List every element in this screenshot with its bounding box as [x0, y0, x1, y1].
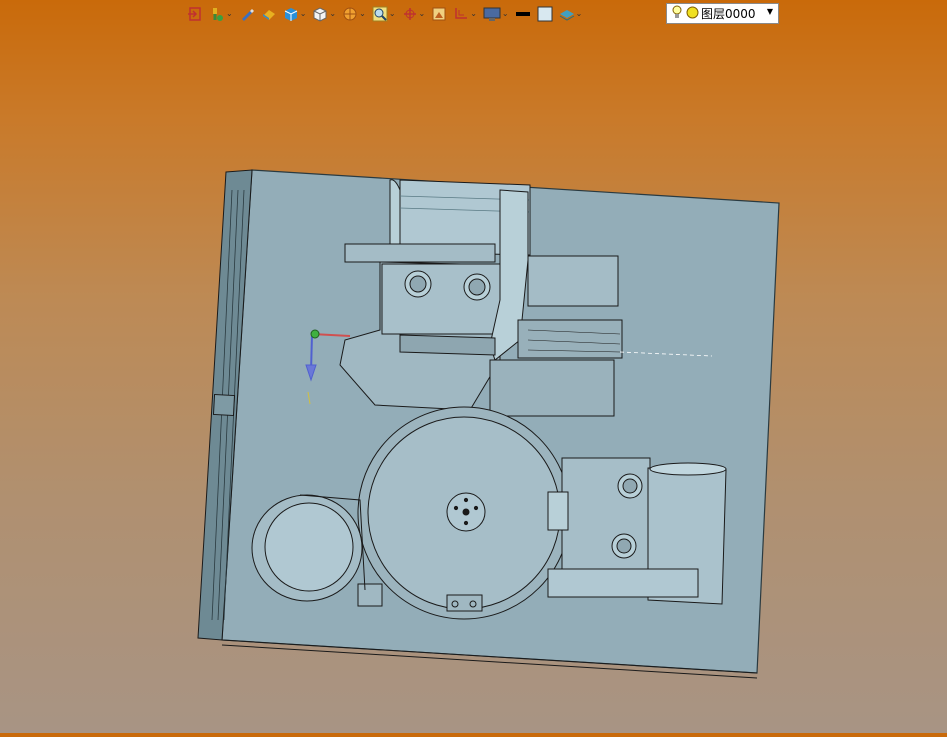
line-color-icon [515, 6, 531, 22]
cad-model [197, 169, 780, 679]
view-cube-button[interactable]: ⌄ [311, 3, 337, 25]
solid-box-icon [283, 6, 299, 22]
display-monitor-button[interactable]: ⌄ [482, 3, 510, 25]
yellow-circle-icon[interactable] [686, 6, 699, 22]
coordinate-axes-button[interactable]: ⌄ [401, 3, 427, 25]
rotary-table [357, 406, 571, 620]
view-cube-icon [312, 6, 328, 22]
zoom-icon [372, 6, 388, 22]
picture-frame-button[interactable] [430, 3, 448, 25]
section-view-button[interactable]: ⌄ [452, 3, 478, 25]
display-monitor-icon [483, 6, 501, 22]
line-color-button[interactable] [514, 3, 532, 25]
solid-box-button[interactable]: ⌄ [282, 3, 308, 25]
render-style-icon [342, 6, 358, 22]
fill-color-button[interactable] [536, 3, 554, 25]
layer-dropdown[interactable]: 图层0000 ▼ [666, 3, 779, 24]
exit-sketch-icon [187, 6, 203, 22]
toolbar: ⌄ ⌄ ⌄ ⌄ ⌄ ⌄ ⌄ ⌄ ⌄ [186, 2, 587, 26]
paint-tool-icon [209, 6, 225, 22]
render-style-button[interactable]: ⌄ [341, 3, 367, 25]
zoom-button[interactable]: ⌄ [371, 3, 397, 25]
picture-frame-icon [431, 6, 447, 22]
3d-viewport[interactable] [0, 28, 947, 733]
exit-sketch-button[interactable] [186, 3, 204, 25]
layer-name: 图层0000 [701, 7, 756, 21]
layer-stack-icon [559, 6, 575, 22]
section-view-icon [453, 6, 469, 22]
fill-color-icon [537, 6, 553, 22]
pencil-button[interactable] [238, 3, 256, 25]
coordinate-axes-icon [402, 6, 418, 22]
right-motor-unit [547, 457, 727, 605]
lightbulb-icon[interactable] [671, 5, 683, 23]
eraser-icon [261, 6, 277, 22]
paint-tool-button[interactable]: ⌄ [208, 3, 234, 25]
layer-stack-button[interactable]: ⌄ [558, 3, 584, 25]
chevron-down-icon: ▼ [766, 7, 773, 16]
eraser-button[interactable] [260, 3, 278, 25]
pencil-icon [239, 6, 255, 22]
